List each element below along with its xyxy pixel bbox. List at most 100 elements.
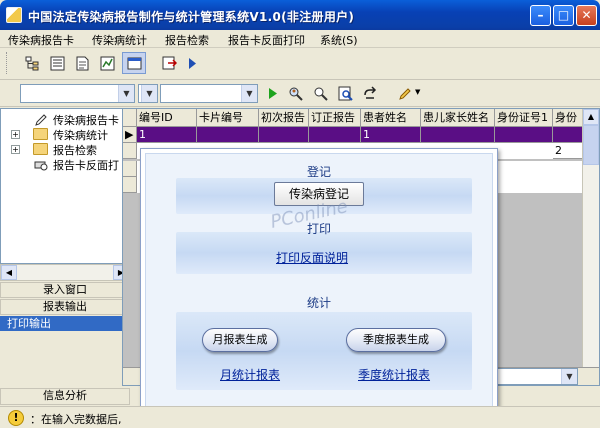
list-icon: [50, 56, 65, 71]
table-row[interactable]: ▶ 1 1: [123, 127, 599, 143]
cell-identity[interactable]: [553, 127, 583, 143]
menu-bar: 传染病报告卡 传染病统计 报告检索 报告卡反面打印 系统(S): [0, 30, 600, 48]
info-analysis-button[interactable]: 信息分析: [0, 388, 130, 405]
expand-icon[interactable]: +: [11, 130, 20, 139]
row-pointer-icon: ▶: [123, 127, 137, 143]
filter-toolbar: ▼ ▼ ▼ ▼: [0, 81, 600, 107]
link-button[interactable]: [358, 82, 382, 104]
pencil-dropdown-button[interactable]: ▼: [392, 82, 422, 104]
grid-vertical-scrollbar[interactable]: ▲: [582, 109, 599, 379]
dialog-body: 登记 传染病登记 PConline 打印 打印反面说明 统计 月报表生成 季度报…: [145, 153, 493, 419]
filter-combo-2[interactable]: ▼: [138, 84, 158, 103]
export-button[interactable]: [157, 52, 181, 74]
quarterly-report-button[interactable]: 季度报表生成: [346, 328, 446, 352]
filter-combo-3[interactable]: ▼: [160, 84, 258, 103]
scroll-thumb[interactable]: [583, 125, 599, 165]
menu-statistics[interactable]: 传染病统计: [92, 32, 147, 48]
cell-card-no[interactable]: [197, 127, 259, 143]
tree-horizontal-scrollbar[interactable]: ◀ ▶: [0, 264, 130, 281]
entry-window-button[interactable]: 录入窗口: [0, 282, 130, 298]
chart-button[interactable]: [95, 52, 119, 74]
folder-icon: [33, 128, 48, 140]
column-header[interactable]: 身份: [553, 109, 583, 127]
menu-search[interactable]: 报告检索: [165, 32, 209, 48]
main-toolbar: [0, 48, 600, 80]
close-button[interactable]: ✕: [576, 5, 597, 26]
column-header[interactable]: 初次报告: [259, 109, 309, 127]
stats-title: 统计: [306, 296, 331, 310]
next-button[interactable]: [180, 52, 204, 74]
register-title: 登记: [306, 165, 331, 179]
cell-parent-name[interactable]: [421, 127, 495, 143]
app-icon: [6, 7, 22, 23]
list-button[interactable]: [45, 52, 69, 74]
print-back-instructions-link[interactable]: 打印反面说明: [276, 249, 348, 266]
column-header[interactable]: 身份证号1: [495, 109, 553, 127]
tree-icon: [25, 56, 39, 71]
link-icon: [364, 86, 377, 99]
chevron-down-icon[interactable]: ▼: [241, 85, 257, 102]
function-panel-dialog: 登记 传染病登记 PConline 打印 打印反面说明 统计 月报表生成 季度报…: [140, 148, 498, 424]
printer-search-icon: [34, 161, 48, 171]
cell-correction[interactable]: [309, 127, 361, 143]
play-icon: [269, 88, 277, 99]
maximize-button[interactable]: □: [553, 5, 574, 26]
monthly-report-button[interactable]: 月报表生成: [202, 328, 278, 352]
quarterly-stats-link[interactable]: 季度统计报表: [358, 366, 430, 383]
menu-system[interactable]: 系统(S): [320, 32, 358, 48]
column-header[interactable]: 卡片编号: [197, 109, 259, 127]
find-user-icon: [289, 87, 303, 101]
chevron-down-icon[interactable]: ▼: [141, 85, 157, 102]
row-header: [123, 143, 137, 159]
report-output-button[interactable]: 报表输出: [0, 299, 130, 315]
status-text: ：在输入完数据后,: [30, 413, 122, 426]
chevron-right-icon: [189, 58, 196, 69]
window-button[interactable]: [122, 52, 146, 74]
navigation-tree: 传染病报告卡 + 传染病统计 + 报告检索 报告卡反面打: [0, 108, 130, 264]
toolbar-grip[interactable]: [6, 52, 9, 74]
preview-button[interactable]: [333, 82, 357, 104]
pencil-icon: [399, 88, 411, 100]
chevron-down-icon: ▼: [415, 88, 421, 96]
chevron-left-icon[interactable]: ◀: [1, 265, 17, 280]
menu-back-print[interactable]: 报告卡反面打印: [228, 32, 305, 48]
tree-label: 传染病报告卡: [53, 114, 119, 127]
print-title: 打印: [306, 222, 331, 236]
row-header: [123, 177, 137, 193]
tree-label: 报告检索: [53, 144, 97, 157]
export-icon: [162, 56, 177, 70]
run-button[interactable]: [260, 82, 284, 104]
expand-icon[interactable]: +: [11, 145, 20, 154]
find-user-button[interactable]: [283, 82, 307, 104]
column-header[interactable]: 患者姓名: [361, 109, 421, 127]
nav-panel-area: [0, 331, 130, 387]
monthly-stats-link[interactable]: 月统计报表: [220, 366, 280, 383]
chevron-up-icon[interactable]: ▲: [583, 109, 599, 125]
cell-id-number[interactable]: [495, 127, 553, 143]
window-icon: [127, 57, 142, 70]
cell-first-report[interactable]: [259, 127, 309, 143]
minimize-button[interactable]: –: [530, 5, 551, 26]
search-button[interactable]: [308, 82, 332, 104]
document-icon: [76, 56, 89, 71]
cell-id[interactable]: 1: [137, 127, 197, 143]
tree-label: 传染病统计: [53, 129, 108, 142]
status-bar: ! ：在输入完数据后,: [0, 406, 600, 428]
cell-identity[interactable]: 2: [553, 143, 583, 159]
document-button[interactable]: [70, 52, 94, 74]
tree-view-button[interactable]: [20, 52, 44, 74]
chevron-down-icon[interactable]: ▼: [561, 369, 577, 384]
tree-label: 报告卡反面打: [53, 159, 119, 172]
search-icon: [314, 87, 328, 101]
title-bar: 中国法定传染病报告制作与统计管理系统V1.0(非注册用户) – □ ✕: [0, 0, 600, 30]
print-output-button[interactable]: 打印输出: [0, 316, 130, 332]
column-header[interactable]: 编号ID: [137, 109, 197, 127]
column-header[interactable]: 患儿家长姓名: [421, 109, 495, 127]
window-title: 中国法定传染病报告制作与统计管理系统V1.0(非注册用户): [28, 10, 355, 24]
cell-patient-name[interactable]: 1: [361, 127, 421, 143]
chevron-down-icon[interactable]: ▼: [118, 85, 134, 102]
filter-combo-1[interactable]: ▼: [20, 84, 135, 103]
grid-header: 编号ID 卡片编号 初次报告 订正报告 患者姓名 患儿家长姓名 身份证号1 身份: [123, 109, 599, 127]
column-header[interactable]: 订正报告: [309, 109, 361, 127]
menu-report-card[interactable]: 传染病报告卡: [8, 32, 74, 48]
